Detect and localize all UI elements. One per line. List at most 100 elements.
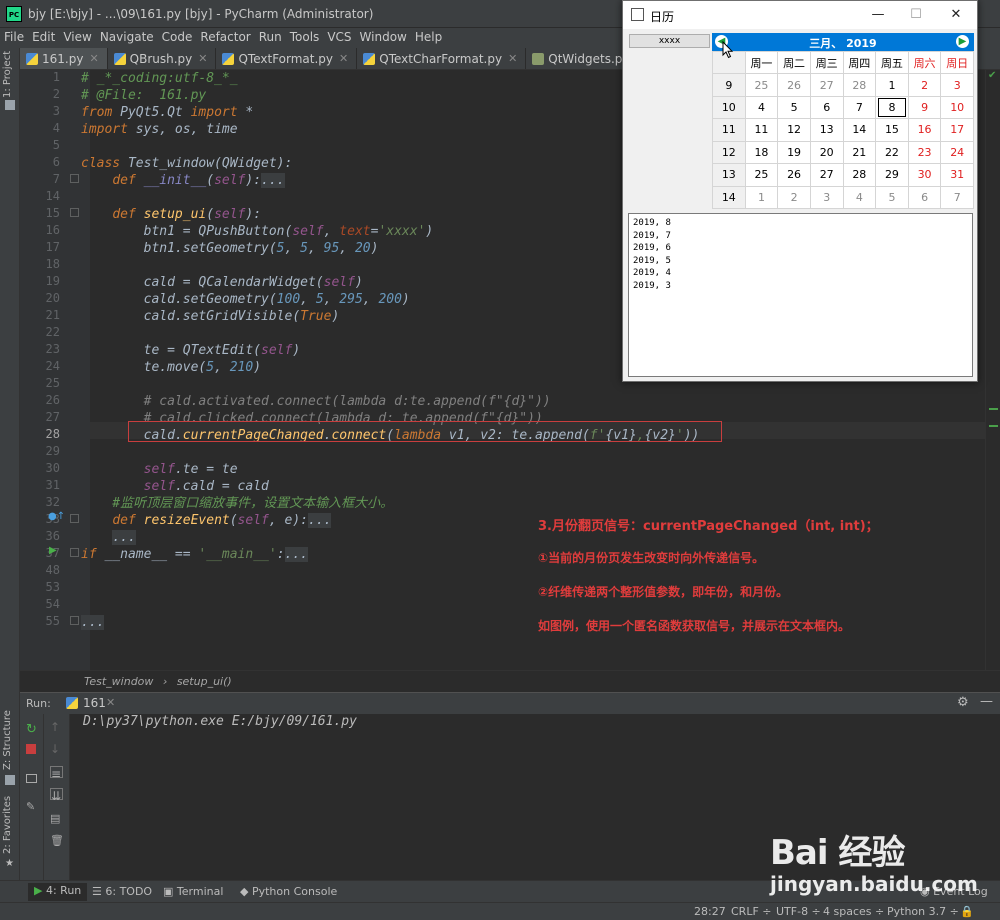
tab-qbrush-py[interactable]: QBrush.py ✕	[108, 48, 217, 69]
calendar-day[interactable]: 1	[744, 185, 779, 210]
minimize-button[interactable]: —	[866, 5, 890, 25]
calendar-day[interactable]: 18	[744, 140, 779, 165]
indent-setting[interactable]: 4 spaces ÷	[823, 905, 884, 918]
calendar-day[interactable]: 4	[842, 185, 877, 210]
fold-toggle[interactable]	[70, 174, 79, 183]
calendar-day-selected[interactable]: 8	[875, 95, 909, 120]
calendar-day[interactable]: 9	[907, 95, 942, 120]
calendar-day[interactable]: 5	[777, 95, 811, 120]
calendar-day[interactable]: 31	[940, 163, 974, 187]
calendar-day[interactable]: 13	[809, 118, 844, 142]
file-encoding[interactable]: UTF-8 ÷	[776, 905, 821, 918]
calendar-day[interactable]: 30	[907, 163, 942, 187]
menu-vcs[interactable]: VCS	[323, 28, 355, 44]
layout-icon[interactable]	[26, 774, 37, 783]
python-interpreter[interactable]: Python 3.7 ÷	[887, 905, 959, 918]
calendar-day[interactable]: 26	[777, 73, 811, 97]
text-edit[interactable]: 2019, 8 2019, 7 2019, 6 2019, 5 2019, 4 …	[628, 213, 973, 377]
calendar-day[interactable]: 7	[940, 185, 974, 210]
menu-refactor[interactable]: Refactor	[196, 28, 254, 44]
calendar-day[interactable]: 2	[777, 185, 811, 210]
calendar-day[interactable]: 28	[842, 73, 877, 97]
month-year-label[interactable]: 三月、 2019	[712, 35, 974, 51]
favorites-tool-tab[interactable]: 2: Favorites	[2, 796, 13, 854]
calendar-day[interactable]: 5	[875, 185, 909, 210]
caret-position[interactable]: 28:27	[694, 905, 726, 918]
calendar-day[interactable]: 25	[744, 163, 779, 187]
calendar-day[interactable]: 23	[907, 140, 942, 165]
fold-toggle[interactable]	[70, 514, 79, 523]
up-arrow-icon[interactable]: ↑	[50, 720, 63, 734]
favorites-star-icon[interactable]: ★	[5, 858, 17, 869]
trash-icon[interactable]: 🗑	[50, 834, 64, 847]
close-icon[interactable]: ✕	[508, 52, 517, 65]
override-marker-icon[interactable]: ●↑	[48, 511, 65, 522]
gear-icon[interactable]: ⚙	[957, 695, 969, 710]
calendar-day[interactable]: 7	[842, 95, 877, 120]
breadcrumb-item[interactable]: setup_ui()	[177, 675, 232, 688]
calendar-day[interactable]: 27	[809, 163, 844, 187]
lock-icon[interactable]: 🔒	[960, 905, 974, 918]
hide-icon[interactable]: —	[980, 694, 993, 709]
tool-tab-run[interactable]: ▶ 4: Run	[28, 883, 88, 901]
down-arrow-icon[interactable]: ↓	[50, 742, 63, 756]
calendar-day[interactable]: 14	[842, 118, 877, 142]
calendar-day[interactable]: 3	[940, 73, 974, 97]
close-icon[interactable]: ✕	[198, 52, 207, 65]
tab-161-py[interactable]: 161.py ✕	[20, 48, 108, 69]
maximize-button[interactable]: ☐	[904, 5, 928, 25]
menu-file[interactable]: File	[0, 28, 28, 44]
calendar-day[interactable]: 11	[744, 118, 779, 142]
menu-code[interactable]: Code	[158, 28, 197, 44]
close-icon[interactable]: ✕	[89, 52, 98, 65]
calendar-day[interactable]: 27	[809, 73, 844, 97]
editor-scroll-gutter[interactable]: ✔	[985, 70, 1000, 670]
calendar-day[interactable]: 22	[875, 140, 909, 165]
calendar-day[interactable]: 19	[777, 140, 811, 165]
fold-toggle[interactable]	[70, 616, 79, 625]
rerun-icon[interactable]: ↻	[26, 722, 39, 737]
calendar-day[interactable]: 6	[907, 185, 942, 210]
calendar-day[interactable]: 26	[777, 163, 811, 187]
tool-tab-python-console[interactable]: ◆ Python Console	[240, 885, 337, 898]
tool-tab-todo[interactable]: ☰ 6: TODO	[92, 885, 152, 898]
close-icon[interactable]: ✕	[339, 52, 348, 65]
calendar-day[interactable]: 24	[940, 140, 974, 165]
menu-navigate[interactable]: Navigate	[96, 28, 158, 44]
calendar-day[interactable]: 17	[940, 118, 974, 142]
calendar-day[interactable]: 28	[842, 163, 877, 187]
calendar-day[interactable]: 6	[809, 95, 844, 120]
xxxx-button[interactable]: xxxx	[629, 34, 710, 48]
project-tool-tab[interactable]: 1: Project	[2, 51, 13, 98]
menu-run[interactable]: Run	[255, 28, 286, 44]
calendar-day[interactable]: 10	[940, 95, 974, 120]
soft-wrap-icon[interactable]: ≡	[50, 766, 63, 781]
menu-window[interactable]: Window	[356, 28, 411, 44]
calendar-day[interactable]: 2	[907, 73, 942, 97]
menu-help[interactable]: Help	[411, 28, 446, 44]
line-separator[interactable]: CRLF ÷	[731, 905, 772, 918]
run-config-tab[interactable]: 161	[83, 696, 106, 710]
menu-edit[interactable]: Edit	[28, 28, 59, 44]
stop-icon[interactable]	[26, 744, 36, 754]
next-month-button[interactable]: ▶	[956, 35, 969, 48]
calendar-day[interactable]: 25	[744, 73, 779, 97]
print-icon[interactable]: ▤	[50, 812, 63, 825]
calendar-day[interactable]: 12	[777, 118, 811, 142]
calendar-day[interactable]: 15	[875, 118, 909, 142]
structure-tool-tab[interactable]: Z: Structure	[2, 710, 13, 770]
calendar-day[interactable]: 16	[907, 118, 942, 142]
calendar-day[interactable]: 21	[842, 140, 877, 165]
pin-icon[interactable]: ✎	[26, 800, 39, 813]
calendar-day[interactable]: 1	[875, 73, 909, 97]
tool-tab-terminal[interactable]: ▣ Terminal	[163, 885, 223, 898]
close-icon[interactable]: ✕	[106, 696, 115, 709]
project-icon[interactable]	[5, 100, 15, 110]
tab-qtextcharformat-py[interactable]: QTextCharFormat.py ✕	[357, 48, 527, 69]
calendar-day[interactable]: 29	[875, 163, 909, 187]
close-button[interactable]: ✕	[944, 5, 968, 25]
tab-qtextformat-py[interactable]: QTextFormat.py ✕	[216, 48, 358, 69]
fold-toggle[interactable]	[70, 548, 79, 557]
menu-tools[interactable]: Tools	[286, 28, 324, 44]
calendar-day[interactable]: 3	[809, 185, 844, 210]
